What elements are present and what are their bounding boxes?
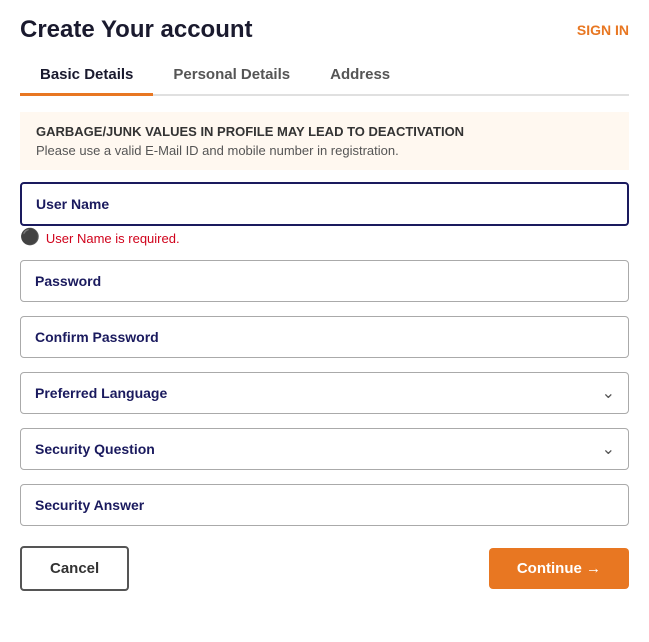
sign-in-link[interactable]: SIGN IN xyxy=(577,22,629,38)
preferred-language-group: Preferred Language ⌄ xyxy=(20,372,629,414)
username-error-text: User Name is required. xyxy=(46,231,180,246)
security-question-wrapper: Security Question ⌄ xyxy=(20,428,629,470)
buttons-row: Cancel Continue → xyxy=(20,546,629,591)
tab-personal-details[interactable]: Personal Details xyxy=(153,56,310,96)
security-question-group: Security Question ⌄ xyxy=(20,428,629,470)
warning-title: GARBAGE/JUNK VALUES IN PROFILE MAY LEAD … xyxy=(36,124,613,139)
confirm-password-input[interactable] xyxy=(20,316,629,358)
security-question-select[interactable]: Security Question xyxy=(20,428,629,470)
warning-subtitle: Please use a valid E-Mail ID and mobile … xyxy=(36,143,613,158)
confirm-password-group xyxy=(20,316,629,358)
preferred-language-wrapper: Preferred Language ⌄ xyxy=(20,372,629,414)
username-error-row: ⚫ User Name is required. xyxy=(20,230,629,246)
security-answer-group xyxy=(20,484,629,526)
warning-box: GARBAGE/JUNK VALUES IN PROFILE MAY LEAD … xyxy=(20,112,629,170)
tabs-row: Basic Details Personal Details Address xyxy=(20,56,629,96)
username-group: ⚫ User Name is required. xyxy=(20,182,629,246)
preferred-language-select[interactable]: Preferred Language xyxy=(20,372,629,414)
continue-button[interactable]: Continue → xyxy=(489,548,629,589)
password-input[interactable] xyxy=(20,260,629,302)
username-input[interactable] xyxy=(20,182,629,226)
password-group xyxy=(20,260,629,302)
cancel-button[interactable]: Cancel xyxy=(20,546,129,591)
error-icon: ⚫ xyxy=(20,230,40,246)
tab-address[interactable]: Address xyxy=(310,56,410,96)
page-title: Create Your account xyxy=(20,16,253,44)
tab-basic-details[interactable]: Basic Details xyxy=(20,56,153,96)
security-answer-input[interactable] xyxy=(20,484,629,526)
